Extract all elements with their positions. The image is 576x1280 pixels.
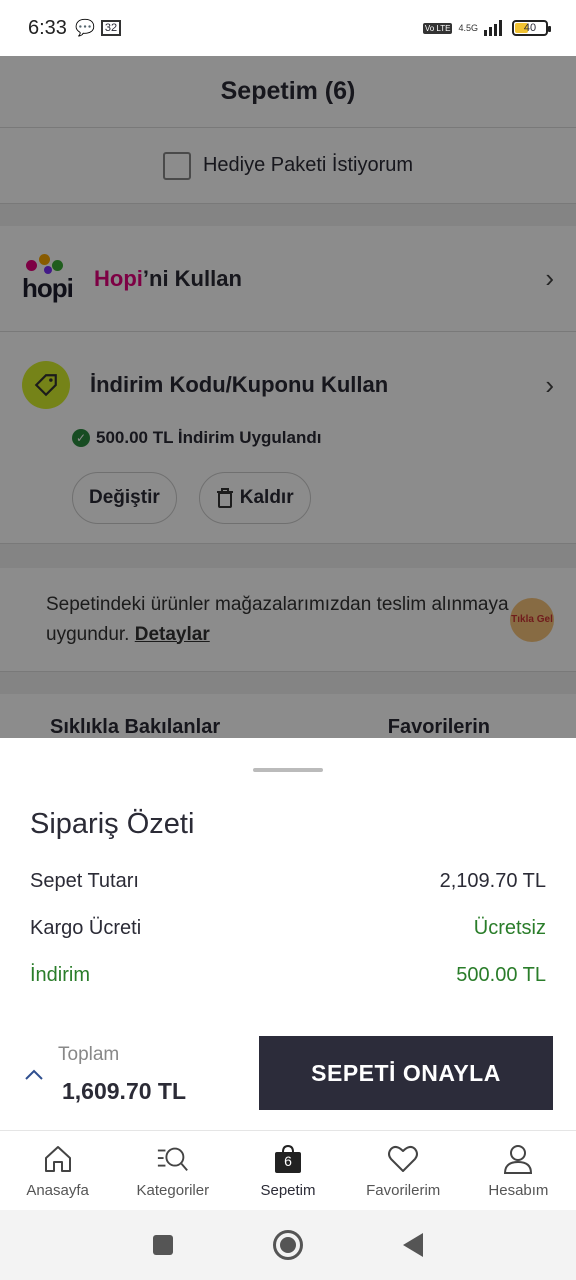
back-icon[interactable]: [403, 1233, 423, 1257]
order-summary-sheet: Sipariş Özeti Sepet Tutarı 2,109.70 TL K…: [0, 738, 576, 1130]
shopping-bag-icon: 6: [271, 1142, 305, 1176]
summary-row-subtotal: Sepet Tutarı 2,109.70 TL: [30, 870, 546, 892]
dim-overlay[interactable]: [0, 56, 576, 738]
cart-count-badge: 6: [284, 1153, 292, 1169]
sheet-drag-handle[interactable]: [253, 768, 323, 772]
battery-icon: 40: [512, 20, 551, 36]
categories-search-icon: [156, 1142, 190, 1176]
notification-badge-icon: 32: [100, 20, 122, 36]
recents-icon[interactable]: [153, 1235, 173, 1255]
chevron-up-icon[interactable]: [24, 1064, 44, 1087]
signal-icon: [484, 20, 502, 36]
total-label: Toplam: [58, 1044, 120, 1065]
nav-item-cart[interactable]: 6 Sepetim: [230, 1131, 345, 1210]
system-navigation-bar: [0, 1210, 576, 1280]
nav-item-home[interactable]: Anasayfa: [0, 1131, 115, 1210]
nav-item-categories[interactable]: Kategoriler: [115, 1131, 230, 1210]
status-bar: 6:33 💬 32 Vo LTE 4.5G 40: [0, 0, 576, 56]
nav-item-account[interactable]: Hesabım: [461, 1131, 576, 1210]
network-type: 4.5G: [458, 22, 478, 33]
total-bar: Toplam 1,609.70 TL SEPETİ ONAYLA: [0, 1036, 576, 1116]
nav-item-favorites[interactable]: Favorilerim: [346, 1131, 461, 1210]
summary-row-shipping: Kargo Ücreti Ücretsiz: [30, 917, 546, 939]
battery-level: 40: [523, 22, 537, 34]
summary-row-discount: İndirim 500.00 TL: [30, 964, 546, 986]
status-time: 6:33: [28, 16, 67, 39]
sheet-title: Sipariş Özeti: [30, 808, 195, 840]
heart-icon: [386, 1142, 420, 1176]
chat-notification-icon: 💬: [74, 20, 95, 37]
home-button-icon[interactable]: [273, 1230, 303, 1260]
bottom-navigation: Anasayfa Kategoriler 6 Sepetim Favoriler…: [0, 1130, 576, 1210]
confirm-cart-button[interactable]: SEPETİ ONAYLA: [259, 1036, 553, 1110]
total-value: 1,609.70 TL: [62, 1078, 187, 1104]
home-icon: [41, 1142, 75, 1176]
volte-icon: Vo LTE: [422, 22, 453, 34]
user-icon: [501, 1142, 535, 1176]
